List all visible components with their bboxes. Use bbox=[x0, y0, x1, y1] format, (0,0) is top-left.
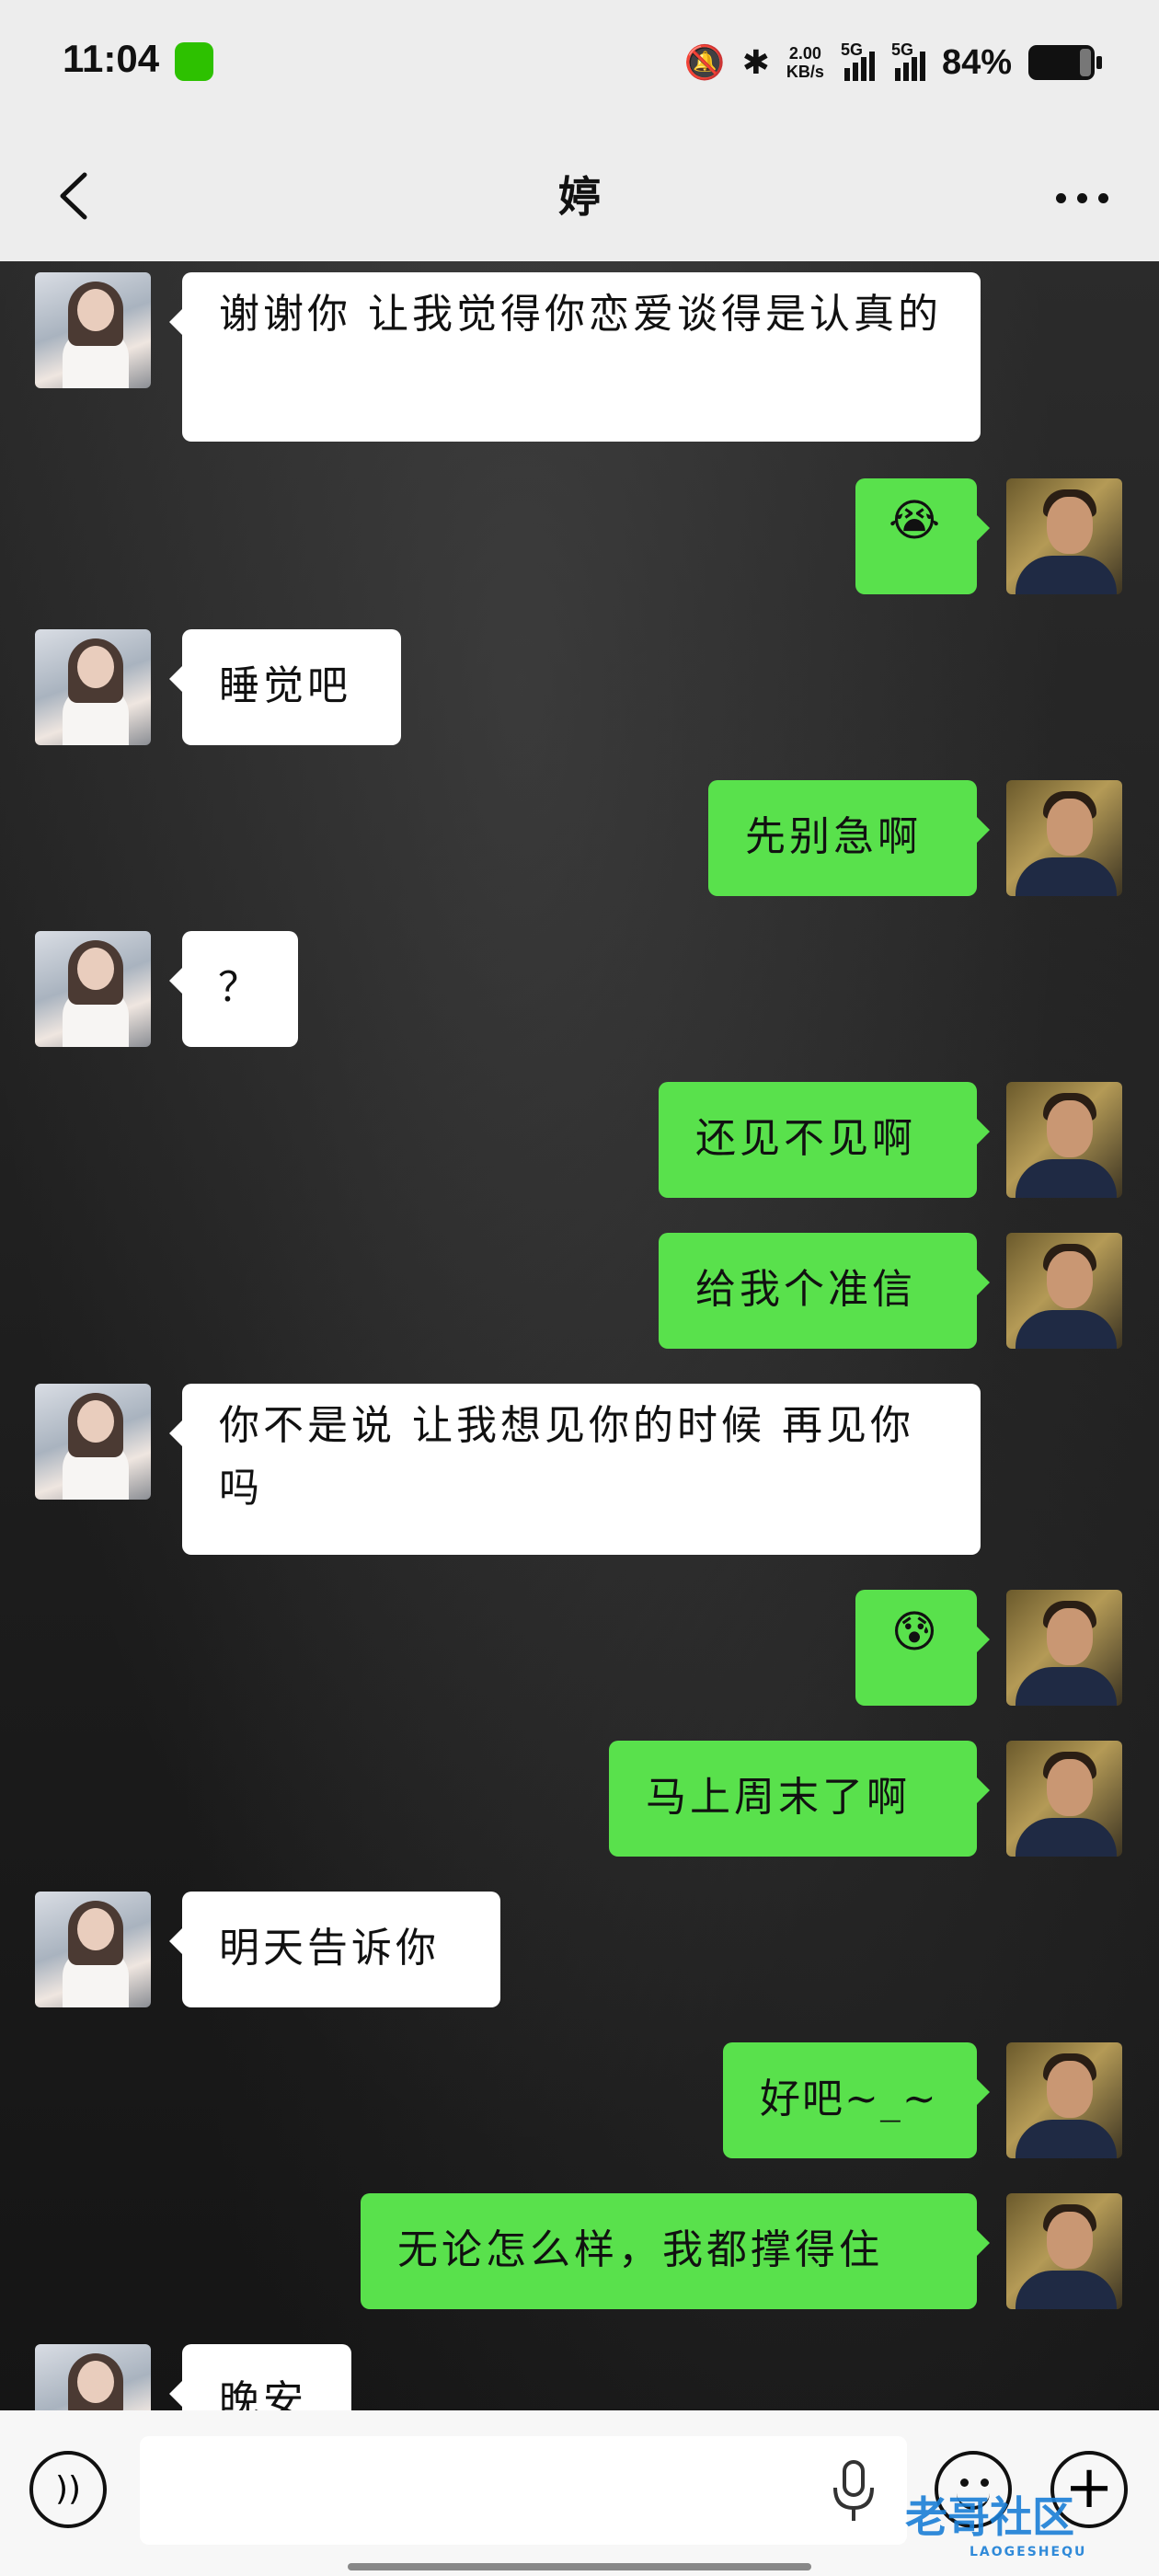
network-speed-unit: KB/s bbox=[786, 63, 824, 81]
battery-percent: 84% bbox=[941, 42, 1012, 82]
outgoing-message[interactable]: 还见不见啊 bbox=[659, 1082, 990, 1198]
incoming-message[interactable]: ？ bbox=[169, 931, 298, 1047]
watermark-text: 老哥社区 bbox=[905, 2492, 1074, 2542]
contact-avatar[interactable] bbox=[35, 1384, 151, 1500]
status-time: 11:04 bbox=[63, 37, 160, 80]
my-avatar[interactable] bbox=[1006, 1082, 1122, 1198]
network-speed: 2.00 KB/s bbox=[786, 44, 824, 81]
status-indicators: 🔕 ✱ 2.00 KB/s 5G 5G 84% bbox=[683, 37, 1102, 88]
signal-1-label: 5G bbox=[840, 40, 863, 59]
voice-input-button[interactable]: )) bbox=[29, 2451, 107, 2528]
outgoing-message[interactable]: 好吧~_~ bbox=[723, 2042, 990, 2158]
my-avatar[interactable] bbox=[1006, 1590, 1122, 1706]
incoming-message[interactable]: 你不是说 让我想见你的时候 再见你吗 bbox=[169, 1384, 981, 1555]
message-input[interactable] bbox=[140, 2436, 907, 2545]
wechat-notification-icon bbox=[175, 42, 213, 81]
outgoing-message[interactable]: 先别急啊 bbox=[708, 780, 990, 896]
signal-icon-1: 5G bbox=[841, 40, 875, 81]
incoming-message[interactable]: 睡觉吧 bbox=[169, 629, 401, 745]
microphone-icon[interactable] bbox=[826, 2456, 881, 2526]
contact-avatar[interactable] bbox=[35, 629, 151, 745]
home-indicator[interactable] bbox=[348, 2563, 811, 2570]
signal-icon-2: 5G bbox=[891, 40, 925, 81]
incoming-message[interactable]: 谢谢你 让我觉得你恋爱谈得是认真的 bbox=[169, 272, 981, 442]
my-avatar[interactable] bbox=[1006, 780, 1122, 896]
signal-2-label: 5G bbox=[890, 40, 913, 59]
my-avatar[interactable] bbox=[1006, 1741, 1122, 1857]
status-bar: 11:04 🔕 ✱ 2.00 KB/s 5G 5G 84% bbox=[0, 0, 1159, 127]
message-list[interactable]: 谢谢你 让我觉得你恋爱谈得是认真的 😭 睡觉吧 先别急啊 ？ 还见不见啊 给我个… bbox=[0, 261, 1159, 2410]
my-avatar[interactable] bbox=[1006, 2042, 1122, 2158]
incoming-message[interactable]: 晚安 bbox=[169, 2344, 351, 2410]
more-options-icon[interactable] bbox=[1050, 171, 1115, 226]
outgoing-message[interactable]: 给我个准信 bbox=[659, 1233, 990, 1349]
bluetooth-icon: ✱ bbox=[741, 43, 770, 81]
contact-avatar[interactable] bbox=[35, 931, 151, 1047]
contact-avatar[interactable] bbox=[35, 2344, 151, 2410]
network-speed-value: 2.00 bbox=[788, 44, 821, 63]
my-avatar[interactable] bbox=[1006, 2193, 1122, 2309]
my-avatar[interactable] bbox=[1006, 1233, 1122, 1349]
my-avatar[interactable] bbox=[1006, 478, 1122, 594]
outgoing-emoji-message[interactable]: 😭 bbox=[855, 478, 990, 594]
contact-avatar[interactable] bbox=[35, 1892, 151, 2007]
outgoing-message[interactable]: 无论怎么样，我都撑得住 bbox=[361, 2193, 990, 2309]
incoming-message[interactable]: 明天告诉你 bbox=[169, 1892, 500, 2007]
watermark-logo: 老哥社区 LAOGESHEQU bbox=[905, 2484, 1159, 2576]
chat-title: 婷 bbox=[558, 172, 601, 222]
battery-icon bbox=[1028, 45, 1102, 80]
outgoing-message[interactable]: 马上周末了啊 bbox=[609, 1741, 990, 1857]
watermark-subtext: LAOGESHEQU bbox=[970, 2545, 1087, 2559]
voice-wave-icon: )) bbox=[54, 2470, 82, 2508]
contact-avatar[interactable] bbox=[35, 272, 151, 388]
chat-header: 婷 bbox=[0, 127, 1159, 261]
outgoing-emoji-message[interactable]: 😰 bbox=[855, 1590, 990, 1706]
mute-bell-icon: 🔕 bbox=[683, 43, 726, 81]
